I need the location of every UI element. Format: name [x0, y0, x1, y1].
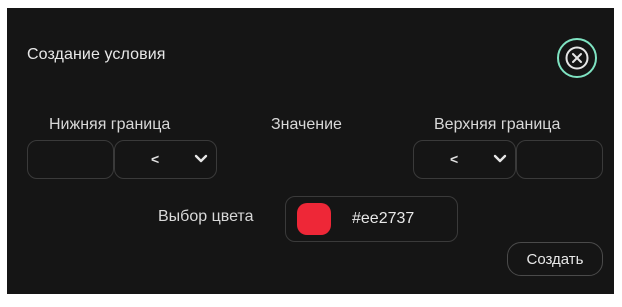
chevron-down-icon — [194, 154, 208, 163]
color-picker[interactable]: #ee2737 — [285, 196, 458, 242]
color-swatch[interactable] — [297, 203, 331, 235]
color-hex-value: #ee2737 — [352, 210, 415, 227]
lower-operator-value: < — [151, 151, 160, 167]
close-button[interactable] — [557, 38, 597, 78]
lower-operator-select[interactable]: < — [114, 140, 217, 179]
value-label: Значение — [271, 116, 342, 133]
upper-operator-select[interactable]: < — [413, 140, 516, 179]
color-choice-label: Выбор цвета — [158, 208, 254, 225]
close-circle-icon — [565, 46, 589, 70]
create-button[interactable]: Создать — [507, 242, 603, 276]
dialog-title: Создание условия — [27, 46, 166, 63]
condition-dialog: Создание условия Нижняя граница Значение… — [7, 8, 614, 294]
upper-operator-value: < — [450, 151, 459, 167]
lower-bound-label: Нижняя граница — [49, 116, 171, 133]
upper-bound-label: Верхняя граница — [434, 116, 561, 133]
lower-bound-input[interactable] — [27, 140, 114, 179]
chevron-down-icon — [493, 154, 507, 163]
upper-bound-input[interactable] — [516, 140, 603, 179]
